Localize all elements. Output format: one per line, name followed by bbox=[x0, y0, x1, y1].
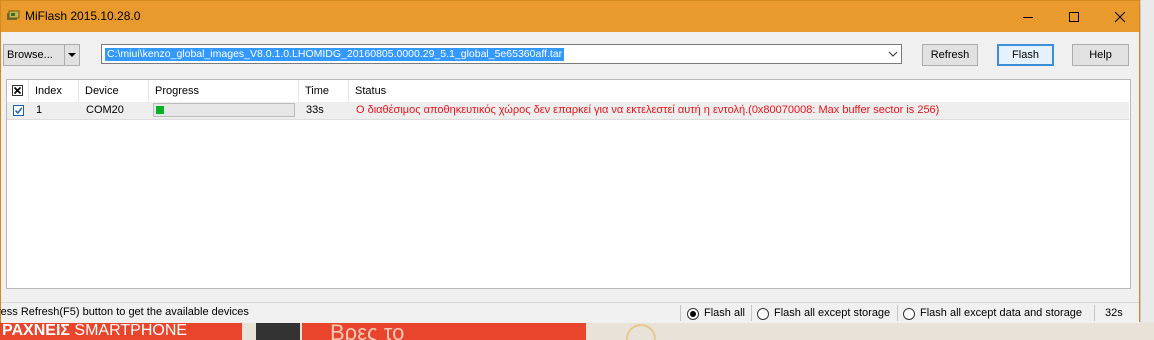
column-header-progress[interactable]: Progress bbox=[149, 80, 299, 102]
background-web-page: ΡΑΧΝΕΙΣ SMARTPHONE Βρες το bbox=[0, 322, 1154, 340]
minimize-button[interactable] bbox=[1005, 1, 1051, 32]
row-checkbox[interactable] bbox=[13, 105, 24, 116]
select-all-header[interactable] bbox=[7, 80, 29, 102]
maximize-button[interactable] bbox=[1051, 1, 1097, 32]
close-icon bbox=[1114, 11, 1126, 22]
status-separator bbox=[680, 305, 681, 321]
row-time: 33s bbox=[306, 104, 324, 116]
status-message: ress Refresh(F5) button to get the avail… bbox=[0, 306, 249, 318]
chevron-down-icon[interactable] bbox=[888, 49, 898, 59]
promo-heading: Βρες το bbox=[302, 322, 586, 340]
background-window-edge bbox=[1140, 0, 1154, 322]
radio-flash-all[interactable] bbox=[687, 308, 699, 320]
promo-logo bbox=[626, 324, 656, 340]
image-path-value[interactable]: C:\miui\kenzo_global_images_V8.0.1.0.LHO… bbox=[105, 48, 565, 61]
row-progress-bar bbox=[153, 103, 295, 117]
select-all-checkbox[interactable] bbox=[12, 85, 23, 96]
promo-banner: ΡΑΧΝΕΙΣ SMARTPHONE bbox=[0, 322, 242, 340]
window-title: MiFlash 2015.10.28.0 bbox=[25, 9, 141, 23]
status-separator bbox=[897, 305, 898, 321]
column-header-device[interactable]: Device bbox=[79, 80, 149, 102]
miflash-window: MiFlash 2015.10.28.0 Browse... C:\miui\k… bbox=[0, 0, 1140, 323]
help-button[interactable]: Help bbox=[1072, 44, 1129, 66]
maximize-icon bbox=[1069, 11, 1079, 22]
status-separator bbox=[751, 305, 752, 321]
row-status: Ο διαθέσιμος αποθηκευτικός χώρος δεν επα… bbox=[356, 104, 940, 116]
status-separator bbox=[1094, 305, 1095, 321]
x-mark-icon bbox=[13, 86, 22, 95]
column-header-time[interactable]: Time bbox=[299, 80, 349, 102]
progress-fill bbox=[156, 106, 164, 114]
radio-flash-all-except-storage-label[interactable]: Flash all except storage bbox=[774, 307, 890, 319]
refresh-button[interactable]: Refresh bbox=[922, 44, 978, 66]
radio-flash-all-except-data-storage-label[interactable]: Flash all except data and storage bbox=[920, 307, 1082, 319]
radio-flash-all-label[interactable]: Flash all bbox=[704, 307, 745, 319]
column-header-index[interactable]: Index bbox=[29, 80, 79, 102]
radio-flash-all-except-storage[interactable] bbox=[757, 308, 769, 320]
chevron-down-icon bbox=[68, 52, 76, 57]
checkmark-icon bbox=[14, 107, 23, 115]
minimize-icon bbox=[1023, 16, 1033, 18]
table-row[interactable]: 1 COM20 33s Ο διαθέσιμος αποθηκευτικός χ… bbox=[7, 102, 1129, 120]
title-bar[interactable]: MiFlash 2015.10.28.0 bbox=[1, 1, 1139, 32]
status-bar: ress Refresh(F5) button to get the avail… bbox=[0, 302, 1139, 323]
browse-dropdown-button[interactable] bbox=[64, 44, 80, 66]
radio-flash-all-except-data-storage[interactable] bbox=[903, 308, 915, 320]
row-device: COM20 bbox=[86, 104, 124, 116]
image-path-combobox[interactable]: C:\miui\kenzo_global_images_V8.0.1.0.LHO… bbox=[101, 44, 902, 64]
browse-button[interactable]: Browse... bbox=[3, 44, 64, 66]
promo-image bbox=[256, 322, 300, 340]
row-index: 1 bbox=[36, 104, 43, 116]
column-header-status[interactable]: Status bbox=[349, 80, 1129, 102]
flash-button[interactable]: Flash bbox=[997, 44, 1054, 66]
close-button[interactable] bbox=[1097, 1, 1143, 32]
elapsed-time: 32s bbox=[1105, 307, 1123, 319]
device-list[interactable]: Index Device Progress Time Status 1 COM2… bbox=[6, 79, 1131, 289]
miflash-app-icon bbox=[7, 10, 20, 20]
